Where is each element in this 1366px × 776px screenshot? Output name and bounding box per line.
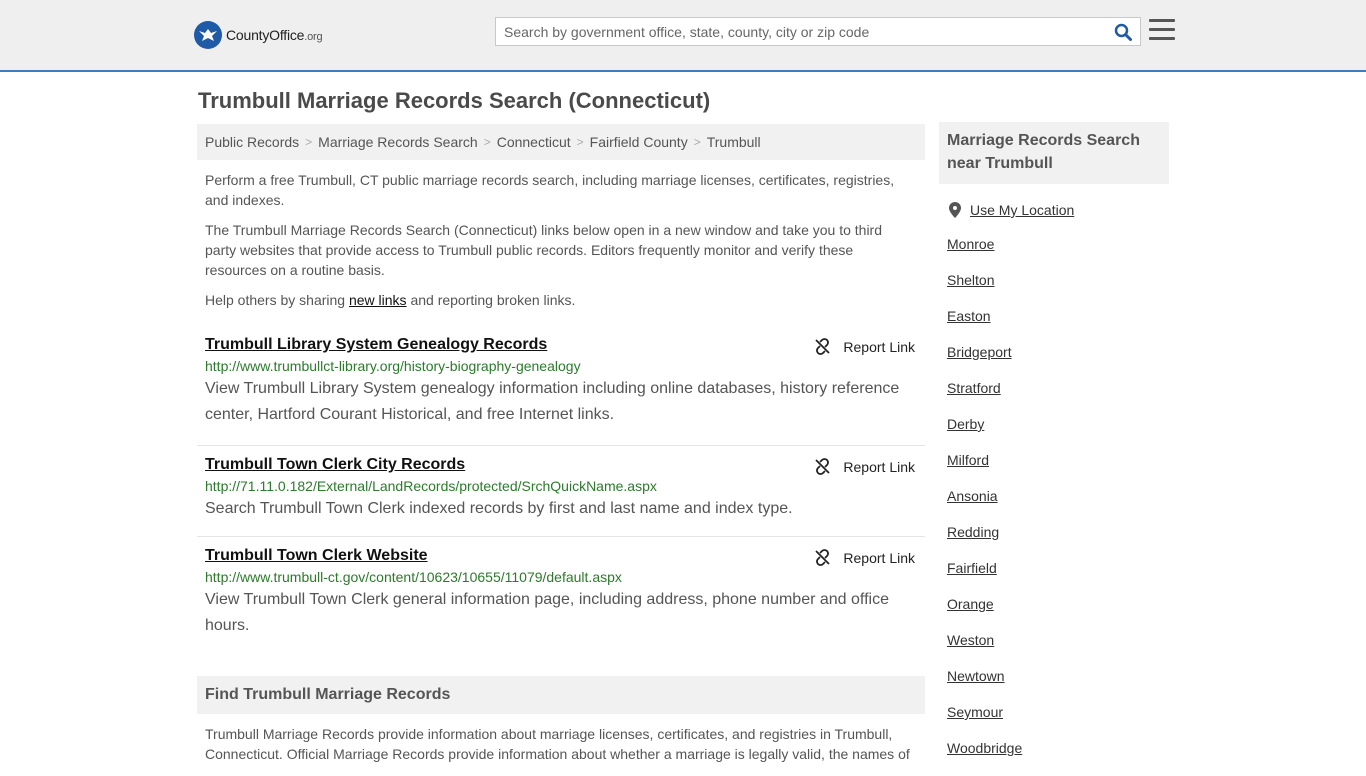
search-icon [1114,23,1132,41]
report-link-button[interactable]: Report Link [814,458,915,475]
report-link-label: Report Link [843,338,915,355]
use-my-location-link[interactable]: Use My Location [970,202,1074,218]
city-link-ansonia[interactable]: Ansonia [947,488,998,504]
city-link-weston[interactable]: Weston [947,632,994,648]
list-item: Redding [947,524,1169,560]
intro-text: Perform a free Trumbull, CT public marri… [197,170,925,310]
breadcrumb-separator: > [576,135,584,149]
breadcrumb-public-records[interactable]: Public Records [205,134,299,150]
city-link-derby[interactable]: Derby [947,416,984,432]
city-link-monroe[interactable]: Monroe [947,236,994,252]
city-link-newtown[interactable]: Newtown [947,668,1005,684]
breadcrumb-separator: > [693,135,701,149]
list-item: Seymour [947,704,1169,740]
report-link-label: Report Link [843,458,915,475]
result-title-link[interactable]: Trumbull Town Clerk Website [205,547,428,565]
breadcrumb-current: Trumbull [706,134,761,150]
city-link-fairfield[interactable]: Fairfield [947,560,997,576]
broken-link-icon [815,458,831,475]
result-description: View Trumbull Town Clerk general informa… [205,591,889,634]
list-item: Newtown [947,668,1169,704]
city-link-redding[interactable]: Redding [947,524,999,540]
city-link-shelton[interactable]: Shelton [947,272,994,288]
sidebar-heading: Marriage Records Search near Trumbull [939,122,1169,184]
city-link-milford[interactable]: Milford [947,452,989,468]
list-item: Bridgeport [947,344,1169,380]
result-item: Trumbull Town Clerk City Records Report … [197,446,925,537]
result-title-link[interactable]: Trumbull Library System Genealogy Record… [205,336,547,354]
list-item: Ansonia [947,488,1169,524]
result-description: View Trumbull Library System genealogy i… [205,380,900,423]
site-logo[interactable]: CountyOffice.org [194,21,323,49]
logo-text: CountyOffice.org [226,27,323,43]
result-description: Search Trumbull Town Clerk indexed recor… [205,500,793,517]
city-link-woodbridge[interactable]: Woodbridge [947,740,1022,756]
list-item: Orange [947,596,1169,632]
search-button[interactable] [1106,18,1140,45]
list-item: Shelton [947,272,1169,308]
list-item: Weston [947,632,1169,668]
list-item: Stratford [947,380,1169,416]
breadcrumb-connecticut[interactable]: Connecticut [497,134,571,150]
city-link-easton[interactable]: Easton [947,308,991,324]
list-item: Easton [947,308,1169,344]
result-title-link[interactable]: Trumbull Town Clerk City Records [205,456,465,474]
share-links-paragraph: Help others by sharing new links and rep… [205,292,576,308]
list-item: Derby [947,416,1169,452]
result-item: Trumbull Library System Genealogy Record… [197,330,925,446]
list-item: Fairfield [947,560,1169,596]
city-link-stratford[interactable]: Stratford [947,380,1001,396]
broken-link-icon [815,549,831,566]
city-link-orange[interactable]: Orange [947,596,994,612]
page-title: Trumbull Marriage Records Search (Connec… [198,88,711,113]
result-url: http://www.trumbull-ct.gov/content/10623… [205,569,622,585]
breadcrumb-fairfield-county[interactable]: Fairfield County [590,134,688,150]
city-link-bridgeport[interactable]: Bridgeport [947,344,1012,360]
sidebar: Marriage Records Search near Trumbull Us… [939,122,1169,776]
breadcrumb: Public Records > Marriage Records Search… [197,124,925,160]
find-records-text: Trumbull Marriage Records provide inform… [205,726,910,762]
list-item: Monroe [947,236,1169,272]
use-location: Use My Location [939,202,1169,218]
broken-link-icon [815,338,831,355]
eagle-seal-icon [194,21,222,49]
site-header: CountyOffice.org [0,0,1366,72]
find-records-heading: Find Trumbull Marriage Records [197,676,925,714]
result-url: http://71.11.0.182/External/LandRecords/… [205,478,657,494]
report-link-button[interactable]: Report Link [814,549,915,566]
breadcrumb-separator: > [305,135,313,149]
search-bar [495,17,1141,46]
report-link-button[interactable]: Report Link [814,338,915,355]
result-item: Trumbull Town Clerk Website Report Link … [197,537,925,647]
nearby-cities-list: Monroe Shelton Easton Bridgeport Stratfo… [939,236,1169,776]
map-pin-icon [949,202,961,218]
breadcrumb-marriage-records[interactable]: Marriage Records Search [318,134,478,150]
city-link-seymour[interactable]: Seymour [947,704,1003,720]
intro-paragraph: The Trumbull Marriage Records Search (Co… [205,222,883,278]
list-item: Milford [947,452,1169,488]
hamburger-menu-icon[interactable] [1149,19,1175,43]
intro-paragraph: Perform a free Trumbull, CT public marri… [205,172,895,208]
search-input[interactable] [496,18,1106,45]
result-url: http://www.trumbullct-library.org/histor… [205,358,581,374]
new-links-link[interactable]: new links [349,292,407,308]
breadcrumb-separator: > [483,135,491,149]
list-item: Woodbridge [947,740,1169,776]
main-content: Public Records > Marriage Records Search… [197,124,925,647]
report-link-label: Report Link [843,549,915,566]
